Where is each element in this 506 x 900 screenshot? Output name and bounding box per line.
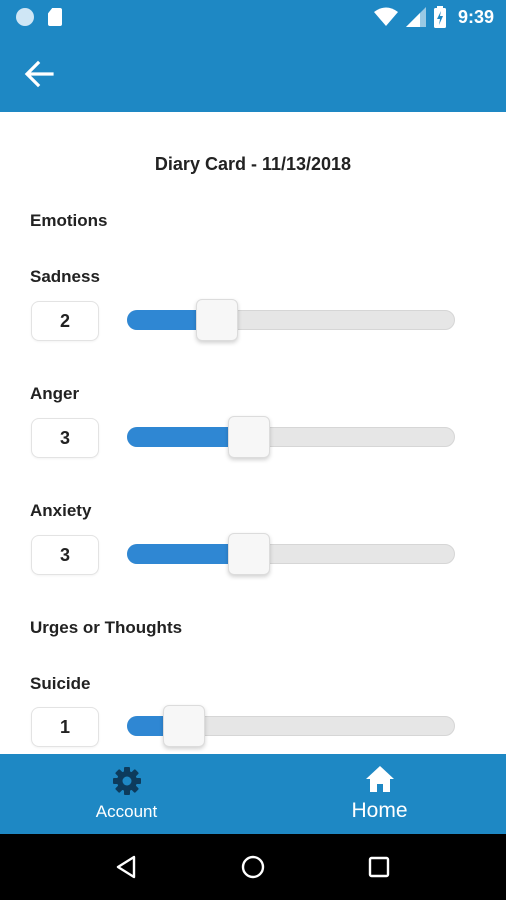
item-label-anger: Anger — [30, 384, 80, 403]
back-triangle-icon[interactable] — [112, 852, 142, 882]
item-label-suicide: Suicide — [30, 674, 91, 693]
status-time: 9:39 — [457, 6, 494, 27]
diary-card-content: Diary Card - 11/13/2018 Emotions Sadness… — [0, 112, 506, 754]
anxiety-slider[interactable] — [127, 533, 455, 575]
section-label-urges: Urges or Thoughts — [30, 618, 183, 637]
nav-account-button[interactable]: Account — [0, 754, 253, 834]
sd-card-icon — [48, 8, 62, 26]
anger-slider[interactable] — [127, 416, 455, 458]
slider-thumb[interactable] — [228, 533, 271, 575]
slider-thumb[interactable] — [228, 416, 271, 458]
sadness-value-field[interactable]: 2 — [31, 301, 99, 341]
app-bar — [0, 35, 506, 112]
anger-value-field[interactable]: 3 — [31, 418, 99, 458]
recents-square-icon[interactable] — [364, 852, 394, 882]
bottom-navigation: Account Home — [0, 754, 506, 834]
suicide-value-field[interactable]: 1 — [31, 707, 99, 747]
item-label-anxiety: Anxiety — [30, 501, 92, 520]
cell-signal-icon — [405, 7, 426, 27]
nav-home-button[interactable]: Home — [253, 754, 506, 834]
arrow-left-icon[interactable] — [22, 59, 56, 89]
wifi-icon — [373, 7, 398, 26]
item-label-sadness: Sadness — [30, 267, 100, 286]
nav-home-label: Home — [351, 799, 408, 822]
slider-thumb[interactable] — [195, 299, 238, 341]
status-bar: 9:39 — [0, 0, 506, 35]
nav-account-label: Account — [95, 802, 158, 821]
system-navigation-bar — [0, 834, 506, 900]
circle-notification-icon — [16, 8, 34, 26]
suicide-slider[interactable] — [127, 705, 455, 747]
home-circle-icon[interactable] — [238, 852, 268, 882]
page-title: Diary Card - 11/13/2018 — [154, 154, 352, 174]
slider-thumb[interactable] — [162, 705, 205, 747]
home-icon — [365, 766, 394, 792]
sadness-slider[interactable] — [127, 299, 455, 341]
gear-icon — [112, 767, 141, 795]
section-label-emotions: Emotions — [30, 211, 108, 230]
battery-charging-icon — [433, 6, 446, 28]
anxiety-value-field[interactable]: 3 — [31, 535, 99, 575]
